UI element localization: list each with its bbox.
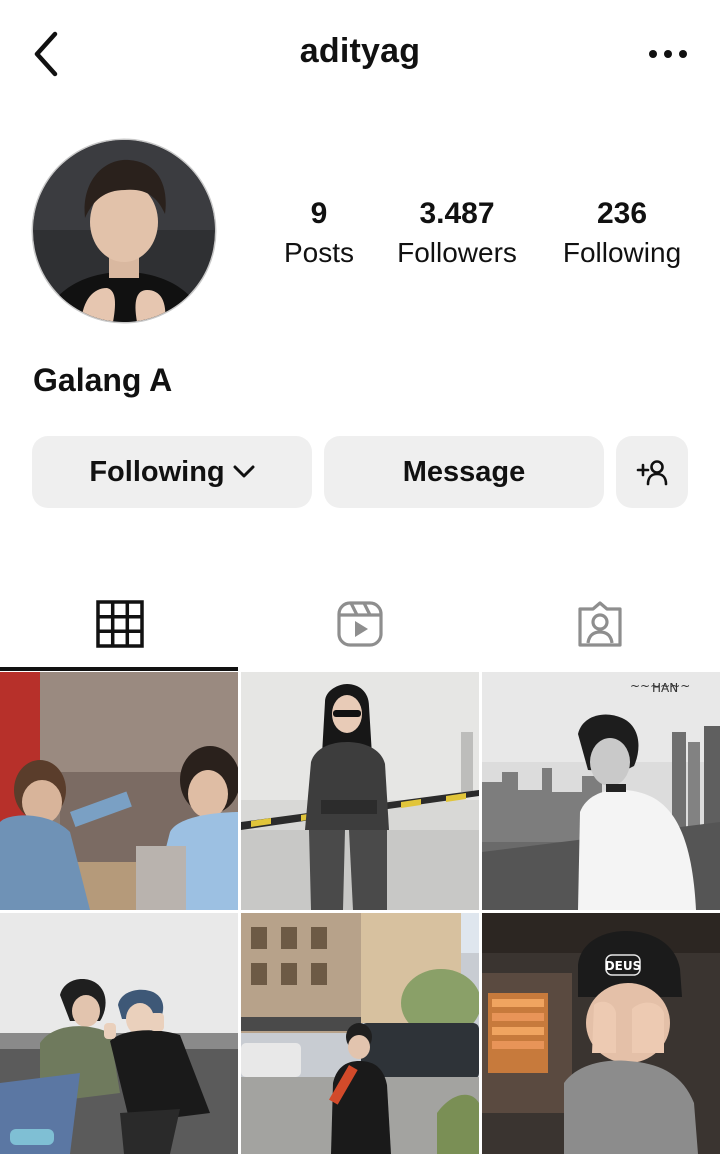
- chevron-down-icon: [233, 465, 255, 479]
- profile-username: adityag: [299, 32, 421, 70]
- add-user-icon: [636, 460, 668, 486]
- stat-posts-value: 9: [310, 197, 328, 230]
- tab-selected-indicator: [0, 667, 238, 671]
- following-button[interactable]: Following: [32, 436, 312, 508]
- display-name: Galang A: [33, 362, 173, 398]
- post-thumbnail[interactable]: [0, 913, 238, 1154]
- stat-following-label: Following: [562, 237, 682, 268]
- tab-tagged[interactable]: [480, 580, 720, 668]
- avatar-image: [33, 140, 215, 322]
- post-overlay-text: DEUS: [605, 959, 642, 973]
- grid-icon: [96, 600, 144, 648]
- stat-posts-label: Posts: [283, 237, 355, 268]
- post-thumbnail[interactable]: [0, 672, 238, 910]
- post-thumbnail[interactable]: [241, 672, 479, 910]
- message-button[interactable]: Message: [324, 436, 604, 508]
- reels-icon: [337, 601, 383, 647]
- more-horizontal-icon: [649, 50, 687, 58]
- post-thumbnail[interactable]: DEUS: [482, 913, 720, 1154]
- tagged-icon: [578, 601, 622, 647]
- post-overlay-text: HAN: [652, 681, 678, 695]
- stat-following[interactable]: 236 Following: [548, 196, 696, 270]
- tab-reels[interactable]: [240, 580, 480, 668]
- stat-following-value: 236: [596, 197, 648, 230]
- stat-followers-label: Followers: [397, 237, 517, 268]
- post-thumbnail[interactable]: [241, 913, 479, 1154]
- stat-posts[interactable]: 9 Posts: [262, 196, 376, 270]
- stat-followers-value: 3.487: [419, 197, 495, 230]
- add-user-button[interactable]: [616, 436, 688, 508]
- tab-grid[interactable]: [0, 580, 240, 668]
- profile-avatar[interactable]: [33, 140, 215, 322]
- post-thumbnail[interactable]: ~~~~~~ HAN: [482, 672, 720, 910]
- following-button-label: Following: [89, 455, 225, 488]
- stat-followers[interactable]: 3.487 Followers: [386, 196, 528, 270]
- more-options-button[interactable]: [640, 34, 696, 74]
- message-button-label: Message: [402, 455, 526, 488]
